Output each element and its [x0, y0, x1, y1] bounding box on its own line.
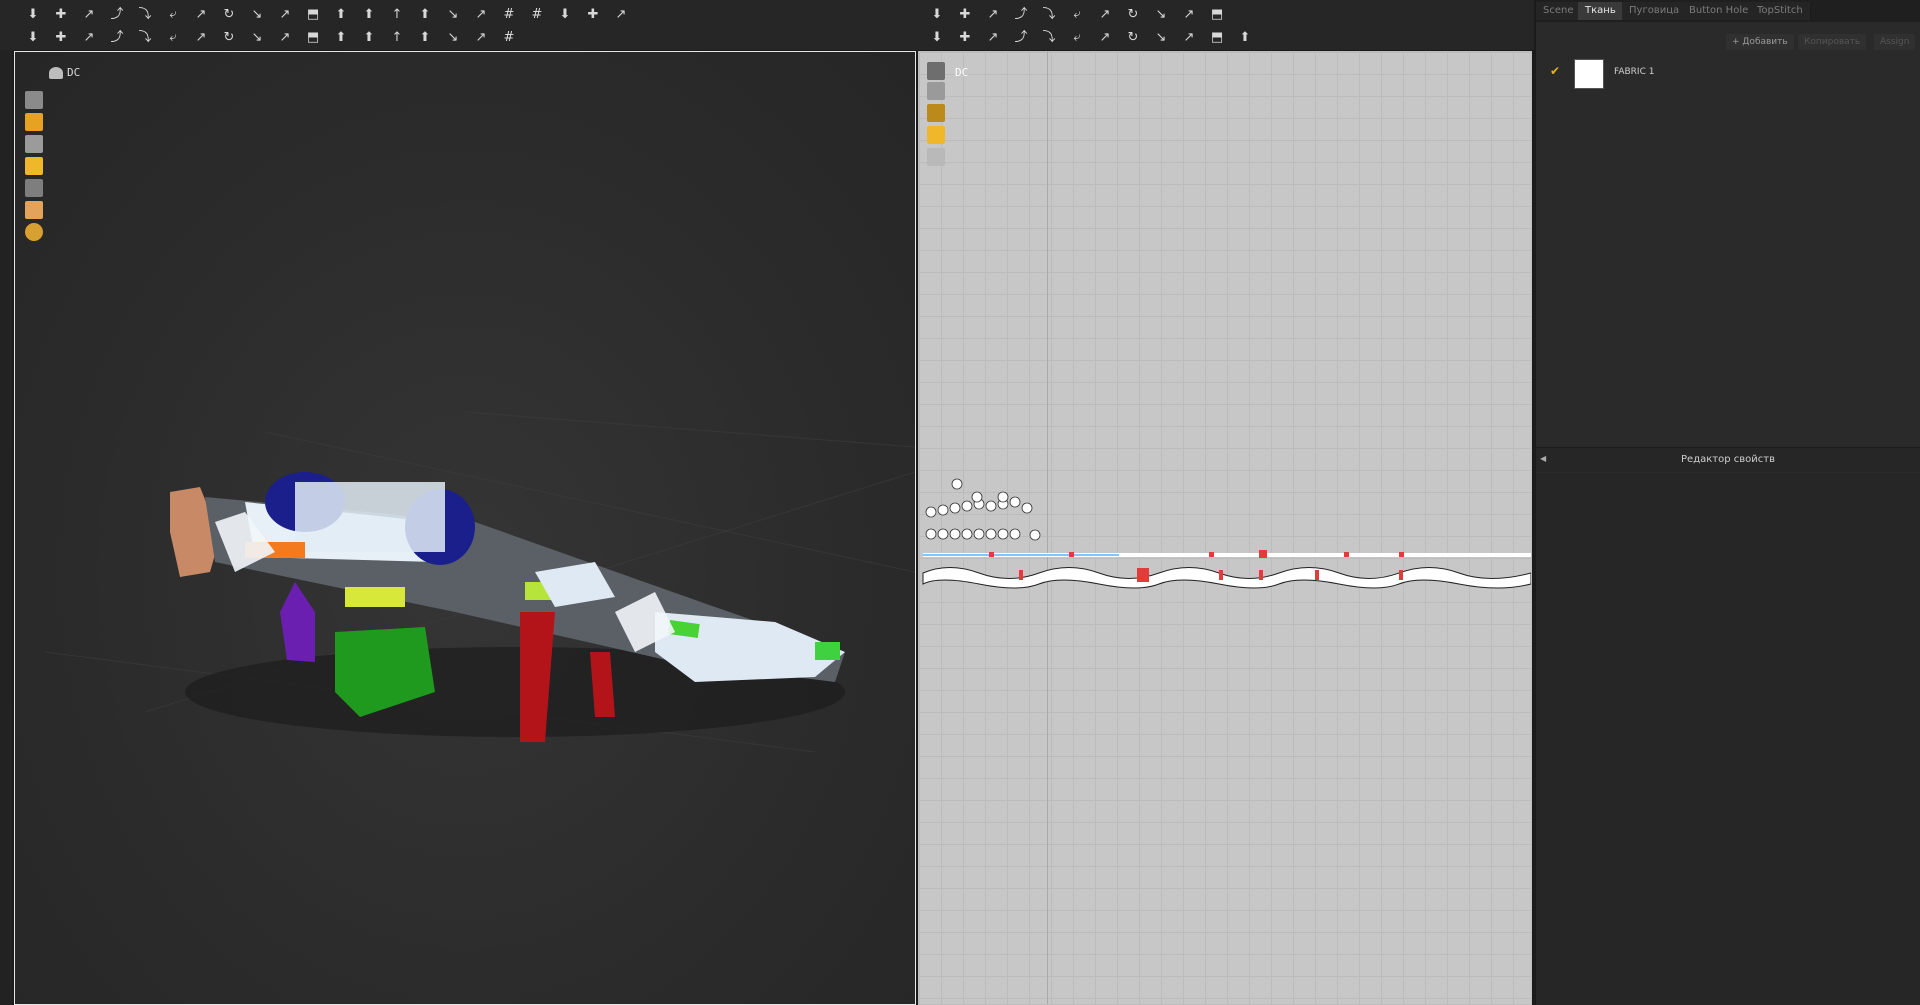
tool-icon[interactable]: ↗: [1180, 28, 1198, 46]
fabric-list-item[interactable]: ✔ FABRIC 1: [1550, 58, 1920, 89]
tool-icon[interactable]: #: [500, 5, 518, 23]
toolbar-3d: ⬇ ✚ ↗ ⤴ ⤵ ⤶ ↗ ↻ ↘ ↗ ⬒ ⬆ ⬆ ↑ ⬆ ↘ ↗ # # ⬇ ✚ ↗ ⬇ ✚ ↗ ⤴ ⤵ ⤶ ↗ ↻ ↘ ↗ ⬒ ⬆ ⬆ ↑ ⬆ ↘ ↗…: [0, 0, 916, 50]
tool-icon[interactable]: ↗: [984, 5, 1002, 23]
tool-icon[interactable]: ↘: [1152, 5, 1170, 23]
tool-icon[interactable]: ⬆: [360, 28, 378, 46]
tool-icon[interactable]: ↗: [80, 28, 98, 46]
tool-icon[interactable]: ↻: [220, 28, 238, 46]
2d-pattern-window[interactable]: DC: [918, 51, 1532, 1005]
tool-icon[interactable]: ⬆: [416, 5, 434, 23]
tool-icon[interactable]: ↻: [220, 5, 238, 23]
add-button[interactable]: + Добавить: [1726, 34, 1794, 50]
tool-icon[interactable]: ✚: [584, 5, 602, 23]
tool-icon[interactable]: ⤴: [1012, 5, 1030, 23]
tool-icon[interactable]: ⤶: [1068, 5, 1086, 23]
tool-icon[interactable]: ↑: [388, 28, 406, 46]
tool-icon[interactable]: ↘: [444, 5, 462, 23]
tool-icon[interactable]: ↗: [276, 5, 294, 23]
tool-icon[interactable]: ✚: [52, 28, 70, 46]
tool-icon[interactable]: ↗: [276, 28, 294, 46]
fabric-name: FABRIC 1: [1614, 67, 1655, 77]
long-pattern-strip: [922, 550, 1531, 589]
tool-icon[interactable]: ↗: [80, 5, 98, 23]
tool-icon[interactable]: ⬒: [1208, 5, 1226, 23]
tab-3[interactable]: Button Hole: [1682, 2, 1757, 20]
assign-button[interactable]: Assign: [1874, 34, 1916, 50]
tool-icon[interactable]: ↗: [472, 5, 490, 23]
small-pattern-pieces: [925, 478, 1041, 541]
tool-icon[interactable]: ⤵: [136, 28, 154, 46]
tool-icon[interactable]: ↻: [1124, 28, 1142, 46]
rifle-grip: [280, 582, 315, 662]
tool-icon[interactable]: ⤵: [136, 5, 154, 23]
tool-icon[interactable]: ✚: [956, 28, 974, 46]
toolbar-2d: ⬇ ✚ ↗ ⤴ ⤵ ⤶ ↗ ↻ ↘ ↗ ⬒ ⬇ ✚ ↗ ⤴ ⤵ ⤶ ↗ ↻ ↘ ↗ ⬒ ⬆: [916, 0, 1534, 50]
tool-icon[interactable]: ⤴: [1012, 28, 1030, 46]
tool-icon[interactable]: ⬒: [1208, 28, 1226, 46]
tab-2[interactable]: Пуговица: [1622, 2, 1688, 20]
3d-scene[interactable]: [15, 52, 915, 1004]
tool-icon[interactable]: ⬆: [360, 5, 378, 23]
tool-icon[interactable]: ↘: [444, 28, 462, 46]
tool-icon[interactable]: ↘: [1152, 28, 1170, 46]
tool-icon[interactable]: ⤵: [1040, 28, 1058, 46]
property-editor-title: Редактор свойств: [1681, 454, 1775, 465]
tool-icon[interactable]: ⤴: [108, 28, 126, 46]
panel-tab-bar: Scene Ткань Пуговица Button Hole TopStitch: [1536, 0, 1920, 22]
copy-button[interactable]: Копировать: [1798, 34, 1867, 50]
tool-icon[interactable]: ↻: [1124, 5, 1142, 23]
tool-icon[interactable]: ⬇: [556, 5, 574, 23]
tool-icon[interactable]: #: [500, 28, 518, 46]
tool-icon[interactable]: #: [528, 5, 546, 23]
tool-icon[interactable]: ⬆: [416, 28, 434, 46]
tool-icon[interactable]: ⬆: [332, 28, 350, 46]
tool-icon[interactable]: ↗: [1096, 5, 1114, 23]
tool-icon[interactable]: ⤵: [1040, 5, 1058, 23]
tool-icon[interactable]: ⬒: [304, 28, 322, 46]
tool-icon[interactable]: ✚: [956, 5, 974, 23]
tool-icon[interactable]: ⤴: [108, 5, 126, 23]
tool-icon[interactable]: ↗: [472, 28, 490, 46]
tool-icon[interactable]: ↗: [984, 28, 1002, 46]
fabric-swatch[interactable]: [1574, 59, 1604, 89]
fabric-check-icon[interactable]: ✔: [1550, 64, 1560, 78]
3d-viewport[interactable]: DC: [14, 51, 916, 1005]
tab-1[interactable]: Ткань: [1578, 2, 1624, 20]
tool-icon[interactable]: ↗: [612, 5, 630, 23]
tool-icon[interactable]: ✚: [52, 5, 70, 23]
tool-icon[interactable]: ⬇: [24, 28, 42, 46]
tool-icon[interactable]: ↘: [248, 28, 266, 46]
tool-icon[interactable]: ⬇: [928, 28, 946, 46]
tool-icon[interactable]: ⤶: [164, 28, 182, 46]
pattern-pieces[interactable]: [919, 52, 1531, 1004]
object-browser-panel: Scene Ткань Пуговица Button Hole TopStitch +…: [1536, 0, 1920, 1005]
property-editor-body: [1536, 473, 1920, 1005]
tool-icon[interactable]: ⤶: [164, 5, 182, 23]
tool-icon[interactable]: ⬆: [332, 5, 350, 23]
tab-0[interactable]: Scene: [1536, 2, 1582, 20]
tool-icon[interactable]: ↗: [192, 28, 210, 46]
tool-icon[interactable]: ⬆: [1236, 28, 1254, 46]
tool-icon[interactable]: ↗: [1180, 5, 1198, 23]
tool-icon[interactable]: ⬒: [304, 5, 322, 23]
tool-icon[interactable]: ⬇: [24, 5, 42, 23]
tool-icon[interactable]: ⤶: [1068, 28, 1086, 46]
tool-icon[interactable]: ↑: [388, 5, 406, 23]
tool-icon[interactable]: ⬇: [928, 5, 946, 23]
tool-icon[interactable]: ↗: [1096, 28, 1114, 46]
tab-4[interactable]: TopStitch: [1750, 2, 1811, 20]
left-vertical-sidebar: [0, 50, 12, 1005]
tool-icon[interactable]: ↘: [248, 5, 266, 23]
property-editor-header: ◀ Редактор свойств: [1536, 448, 1920, 472]
tool-icon[interactable]: ↗: [192, 5, 210, 23]
